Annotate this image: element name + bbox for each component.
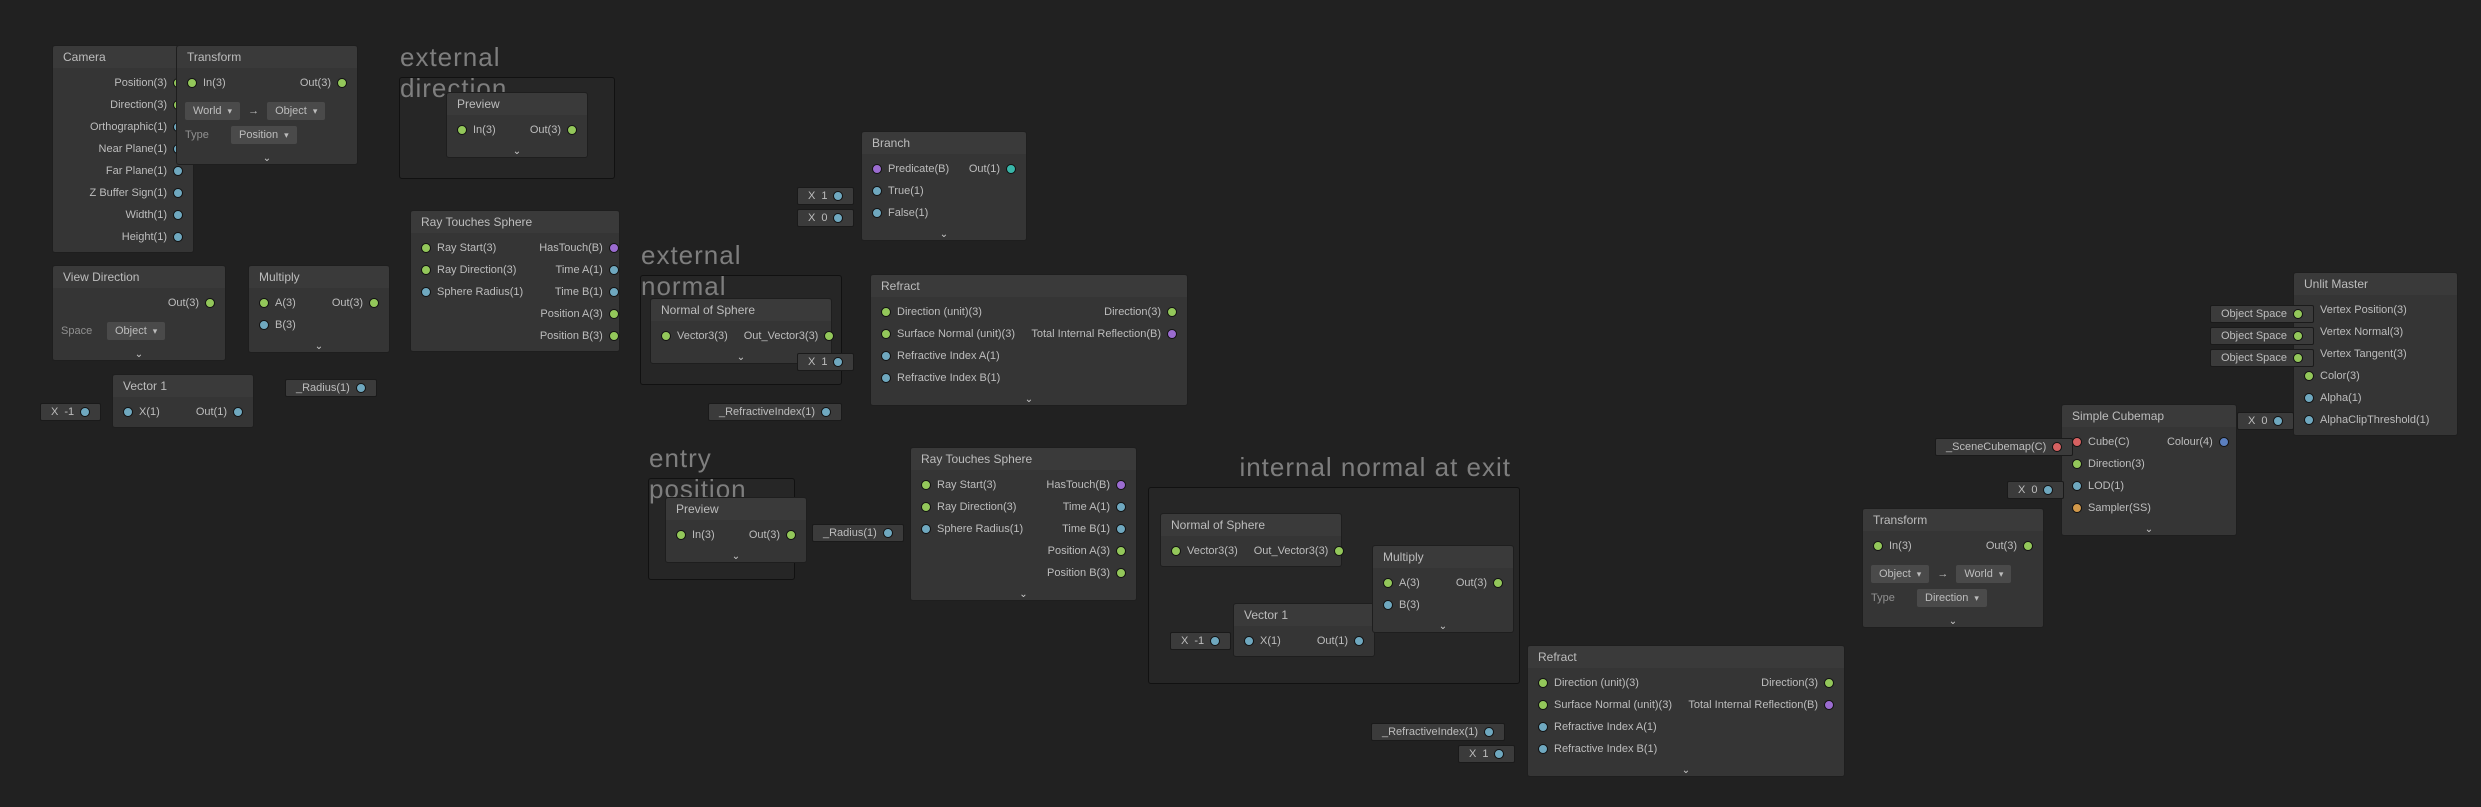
cubemap-node[interactable]: Simple Cubemap Cube(C) Direction(3) LOD(… [2061,404,2237,536]
camera-node[interactable]: Camera Position(3) Direction(3) Orthogra… [52,45,194,253]
radius-property[interactable]: _Radius(1) [285,379,377,397]
rts-node[interactable]: Ray Touches Sphere Ray Start(3) Ray Dire… [410,210,620,352]
refract-node[interactable]: Refract Direction (unit)(3) Surface Norm… [870,274,1188,406]
transform-node[interactable]: Transform In(3) Out(3) World→Object Type… [176,45,358,165]
vector1-node[interactable]: Vector 1 X(1) Out(1) [112,374,254,428]
branch-node[interactable]: Branch Predicate(B) True(1) False(1) Out… [861,131,1027,241]
viewdir-node[interactable]: View Direction Out(3) SpaceObject ⌄ [52,265,226,361]
group-title: external normal [641,240,833,302]
branch-true-field[interactable]: X1 [797,187,854,205]
port-camera-position[interactable]: Position(3) [53,72,193,94]
nos2-node[interactable]: Normal of Sphere Vector3(3) Out_Vector3(… [1160,513,1342,567]
preview-extdir[interactable]: Preview In(3) Out(3) ⌄ [446,92,588,158]
scenecubemap-property[interactable]: _SceneCubemap(C) [1935,438,2073,456]
group-title: entry position [649,443,786,505]
object-space-chip[interactable]: Object Space [2210,305,2314,323]
radius-property-2[interactable]: _Radius(1) [812,524,904,542]
viewdir-space[interactable]: Object [107,322,165,340]
x-field-rib2[interactable]: X1 [1458,745,1515,763]
multiply-node[interactable]: Multiply A(3) B(3) Out(3) ⌄ [248,265,390,353]
transform2-node[interactable]: Transform In(3) Out(3) Object→World Type… [1862,508,2044,628]
transform-space-to[interactable]: Object [267,102,325,120]
object-space-chip[interactable]: Object Space [2210,327,2314,345]
object-space-chip[interactable]: Object Space [2210,349,2314,367]
transform-type[interactable]: Position [231,126,297,144]
rts2-node[interactable]: Ray Touches Sphere Ray Start(3) Ray Dire… [910,447,1137,601]
x-field[interactable]: X1 [797,353,854,371]
lod-field[interactable]: X0 [2007,481,2064,499]
group-title: internal normal at exit [1239,452,1511,483]
port-transform-in[interactable]: In(3) [177,72,234,94]
multiply2-node[interactable]: Multiply A(3) B(3) Out(3) ⌄ [1372,545,1514,633]
transform-space-from[interactable]: World [185,102,240,120]
refractive-index-property[interactable]: _RefractiveIndex(1) [708,403,842,421]
vector1-int-node[interactable]: Vector 1 X(1) Out(1) [1233,603,1375,657]
x-field[interactable]: X-1 [40,403,101,421]
alphaclip-field[interactable]: X0 [2237,412,2294,430]
branch-false-field[interactable]: X0 [797,209,854,227]
unlit-master-node[interactable]: Unlit Master Vertex Position(3) Vertex N… [2293,272,2458,436]
port-transform-out[interactable]: Out(3) [292,72,357,94]
x-field-int[interactable]: X-1 [1170,632,1231,650]
refractive-index-property-2[interactable]: _RefractiveIndex(1) [1371,723,1505,741]
port-viewdir-out[interactable]: Out(3) [53,292,225,314]
preview-entry[interactable]: Preview In(3) Out(3) ⌄ [665,497,807,563]
refract2-node[interactable]: Refract Direction (unit)(3) Surface Norm… [1527,645,1845,777]
expand-chevron[interactable]: ⌄ [177,152,357,164]
